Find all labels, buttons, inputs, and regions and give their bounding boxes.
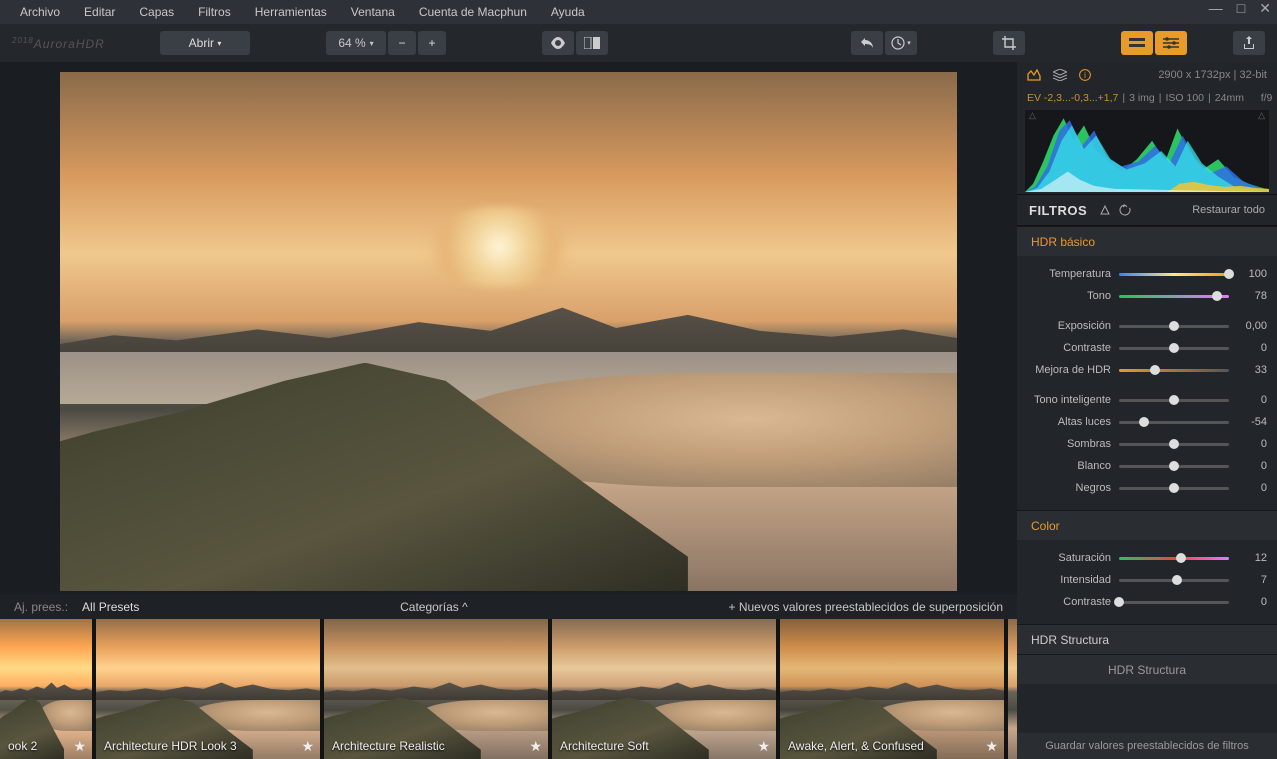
compare-split-button[interactable] [576, 31, 608, 55]
menu-ventana[interactable]: Ventana [339, 0, 407, 24]
slider-blanco[interactable]: Blanco0 [1027, 456, 1267, 476]
slider-contraste-color[interactable]: Contraste0 [1027, 592, 1267, 612]
slider-tono[interactable]: Tono78 [1027, 286, 1267, 306]
presets-categories-dropdown[interactable]: Categorías ^ [400, 600, 468, 614]
menu-bar: Archivo Editar Capas Filtros Herramienta… [0, 0, 1277, 24]
presets-panel-button[interactable] [1121, 31, 1153, 55]
star-icon[interactable]: ★ [757, 738, 770, 755]
preset-item[interactable]: ook 2★ [0, 619, 92, 759]
menu-ayuda[interactable]: Ayuda [539, 0, 597, 24]
filters-panel-button[interactable] [1155, 31, 1187, 55]
section-hdr-structura-sub[interactable]: HDR Structura [1017, 654, 1277, 684]
history-button[interactable]: ▾ [885, 31, 917, 55]
window-minimize-icon[interactable]: — [1209, 0, 1223, 17]
undo-button[interactable] [851, 31, 883, 55]
slider-saturacion[interactable]: Saturación12 [1027, 548, 1267, 568]
presets-bar: Aj. prees.: All Presets Categorías ^ + N… [0, 595, 1017, 619]
slider-exposicion[interactable]: Exposición0,00 [1027, 316, 1267, 336]
toolbar: 2018AuroraHDR Abrir ▾ 64 %▾ − + ▾ [0, 24, 1277, 62]
image-preview[interactable] [60, 72, 957, 591]
slider-temperatura[interactable]: Temperatura100 [1027, 264, 1267, 284]
image-dimensions: 2900 x 1732px | 32-bit [1158, 69, 1267, 81]
app-logo: 2018AuroraHDR [12, 36, 152, 51]
menu-capas[interactable]: Capas [127, 0, 186, 24]
section-hdr-structura[interactable]: HDR Structura [1017, 624, 1277, 654]
histogram-tab-icon[interactable] [1027, 69, 1041, 81]
open-button[interactable]: Abrir ▾ [160, 31, 250, 55]
save-presets-button[interactable]: Guardar valores preestablecidos de filtr… [1017, 733, 1277, 759]
presets-strip[interactable]: ook 2★ Architecture HDR Look 3★ Architec… [0, 619, 1017, 759]
crop-button[interactable] [993, 31, 1025, 55]
slider-negros[interactable]: Negros0 [1027, 478, 1267, 498]
slider-tono-inteligente[interactable]: Tono inteligente0 [1027, 390, 1267, 410]
menu-archivo[interactable]: Archivo [8, 0, 72, 24]
histogram[interactable]: △△ [1025, 110, 1269, 192]
slider-intensidad[interactable]: Intensidad7 [1027, 570, 1267, 590]
side-panel: i 2900 x 1732px | 32-bit EV -2,3...-0,3.… [1017, 62, 1277, 759]
zoom-in-button[interactable]: + [418, 31, 446, 55]
preview-eye-button[interactable] [542, 31, 574, 55]
menu-cuenta[interactable]: Cuenta de Macphun [407, 0, 539, 24]
section-hdr-basico[interactable]: HDR básico [1017, 226, 1277, 256]
preset-item[interactable]: Architecture Soft★ [552, 619, 776, 759]
section-color[interactable]: Color [1017, 510, 1277, 540]
preset-item[interactable]: Architecture HDR Look 3★ [96, 619, 320, 759]
svg-text:i: i [1084, 71, 1086, 80]
slider-contraste[interactable]: Contraste0 [1027, 338, 1267, 358]
reset-icon[interactable] [1119, 204, 1131, 216]
window-close-icon[interactable]: ✕ [1259, 0, 1271, 17]
layers-tab-icon[interactable] [1053, 69, 1067, 81]
share-button[interactable] [1233, 31, 1265, 55]
info-tab-icon[interactable]: i [1079, 69, 1091, 81]
slider-altas-luces[interactable]: Altas luces-54 [1027, 412, 1267, 432]
presets-all-dropdown[interactable]: All Presets [82, 600, 139, 614]
presets-new-overlay-button[interactable]: + Nuevos valores preestablecidos de supe… [729, 600, 1004, 614]
transform-icon[interactable] [1099, 204, 1111, 216]
menu-filtros[interactable]: Filtros [186, 0, 243, 24]
star-icon[interactable]: ★ [985, 738, 998, 755]
zoom-dropdown[interactable]: 64 %▾ [326, 31, 386, 55]
zoom-group: 64 %▾ − + [326, 31, 446, 55]
menu-editar[interactable]: Editar [72, 0, 127, 24]
preset-item[interactable]: Architecture Realistic★ [324, 619, 548, 759]
zoom-out-button[interactable]: − [388, 31, 416, 55]
slider-mejora-hdr[interactable]: Mejora de HDR33 [1027, 360, 1267, 380]
presets-label: Aj. prees.: [14, 600, 68, 614]
preset-item[interactable]: Awake, Alert, & Confused★ [780, 619, 1004, 759]
star-icon[interactable]: ★ [73, 738, 86, 755]
filters-title: FILTROS [1029, 203, 1087, 218]
slider-sombras[interactable]: Sombras0 [1027, 434, 1267, 454]
star-icon[interactable]: ★ [301, 738, 314, 755]
star-icon[interactable]: ★ [529, 738, 542, 755]
menu-herramientas[interactable]: Herramientas [243, 0, 339, 24]
shot-metadata: EV -2,3...-0,3...+1,7 | 3 img | ISO 100 … [1017, 88, 1277, 108]
window-maximize-icon[interactable]: □ [1237, 0, 1245, 17]
restore-all-button[interactable]: Restaurar todo [1192, 204, 1265, 216]
preset-item[interactable] [1008, 619, 1017, 759]
